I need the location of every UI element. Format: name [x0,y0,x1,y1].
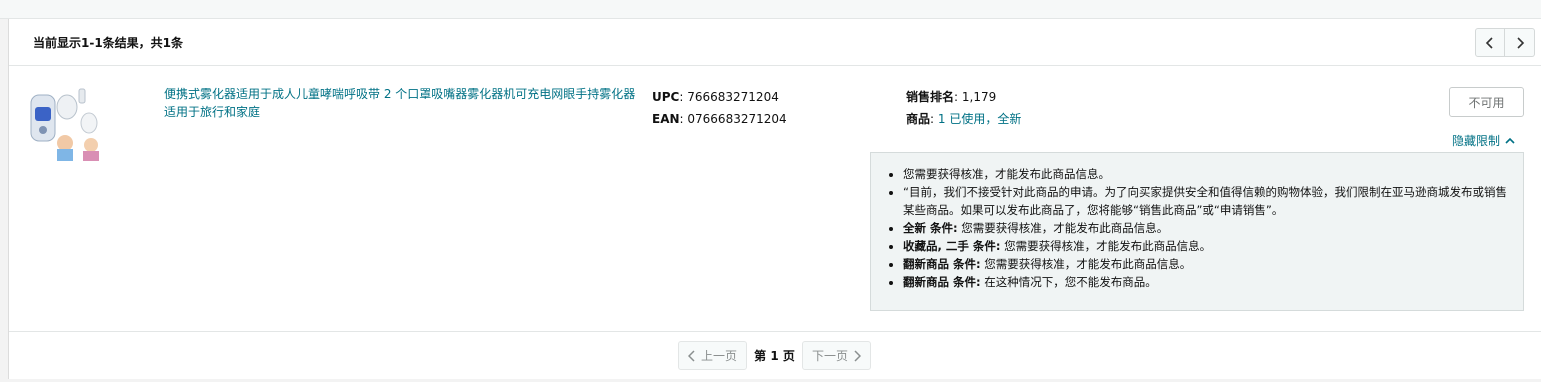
restriction-item: 您需要获得核准，才能发布此商品信息。 [903,165,1509,183]
prev-results-button[interactable] [1475,28,1505,57]
chevron-right-icon [854,349,861,362]
results-panel: 当前显示1-1条结果，共1条 便携式雾化器适用于成人儿童哮喘呼吸带 2 个口罩吸… [8,19,1541,379]
chevron-left-icon [1485,36,1493,49]
next-page-label: 下一页 [811,349,848,363]
offers-line: 商品: 1 已使用，全新 [906,108,1021,130]
offers-label: 商品 [906,112,931,126]
sales-rank-label: 销售排名 [906,90,955,104]
top-band [0,0,1541,19]
pagination-footer: 上一页 第 1 页 下一页 [9,331,1541,379]
upc-line: UPC: 766683271204 [652,86,787,108]
pagination: 上一页 第 1 页 下一页 [678,341,871,370]
product-image[interactable] [27,85,103,161]
next-page-button[interactable]: 下一页 [802,341,871,370]
prev-page-button[interactable]: 上一页 [678,341,747,370]
upc-label: UPC [652,90,680,104]
sales-rank-value: : 1,179 [954,90,997,104]
ean-label: EAN [652,112,680,126]
unavailable-button[interactable]: 不可用 [1449,87,1524,117]
sales-info: 销售排名: 1,179 商品: 1 已使用，全新 [906,86,1021,130]
result-nav [1475,28,1535,57]
chevron-up-icon [1505,137,1515,144]
upc-value: : 766683271204 [679,90,779,104]
restrictions-box: 您需要获得核准，才能发布此商品信息。 “目前，我们不接受针对此商品的申请。为了向… [870,152,1524,311]
restriction-item: 翻新商品 条件: 您需要获得核准，才能发布此商品信息。 [903,255,1509,273]
restriction-item: 收藏品, 二手 条件: 您需要获得核准，才能发布此商品信息。 [903,237,1509,255]
result-count: 当前显示1-1条结果，共1条 [33,36,184,50]
product-row: 便携式雾化器适用于成人儿童哮喘呼吸带 2 个口罩吸嘴器雾化器机可充电网眼手持雾化… [9,67,1541,331]
restriction-item: 全新 条件: 您需要获得核准，才能发布此商品信息。 [903,219,1509,237]
restriction-item: “目前，我们不接受针对此商品的申请。为了向买家提供安全和值得信赖的购物体验，我们… [903,183,1509,219]
offers-sep: : [930,112,938,126]
prev-page-label: 上一页 [700,349,737,363]
product-identifiers: UPC: 766683271204 EAN: 0766683271204 [652,86,787,130]
restrictions-list: 您需要获得核准，才能发布此商品信息。 “目前，我们不接受针对此商品的申请。为了向… [885,165,1509,291]
next-results-button[interactable] [1505,28,1535,57]
sales-rank-line: 销售排名: 1,179 [906,86,1021,108]
results-header: 当前显示1-1条结果，共1条 [9,19,1541,66]
ean-line: EAN: 0766683271204 [652,108,787,130]
restriction-item: 翻新商品 条件: 在这种情况下，您不能发布商品。 [903,273,1509,291]
chevron-left-icon [687,349,695,362]
product-title-link[interactable]: 便携式雾化器适用于成人儿童哮喘呼吸带 2 个口罩吸嘴器雾化器机可充电网眼手持雾化… [164,85,642,121]
hide-restrictions-label: 隐藏限制 [1452,134,1501,148]
offers-link[interactable]: 1 已使用，全新 [938,112,1021,126]
ean-value: : 0766683271204 [679,112,787,126]
hide-restrictions-link[interactable]: 隐藏限制 [1452,132,1515,149]
current-page: 第 1 页 [754,349,795,363]
chevron-right-icon [1516,36,1524,49]
